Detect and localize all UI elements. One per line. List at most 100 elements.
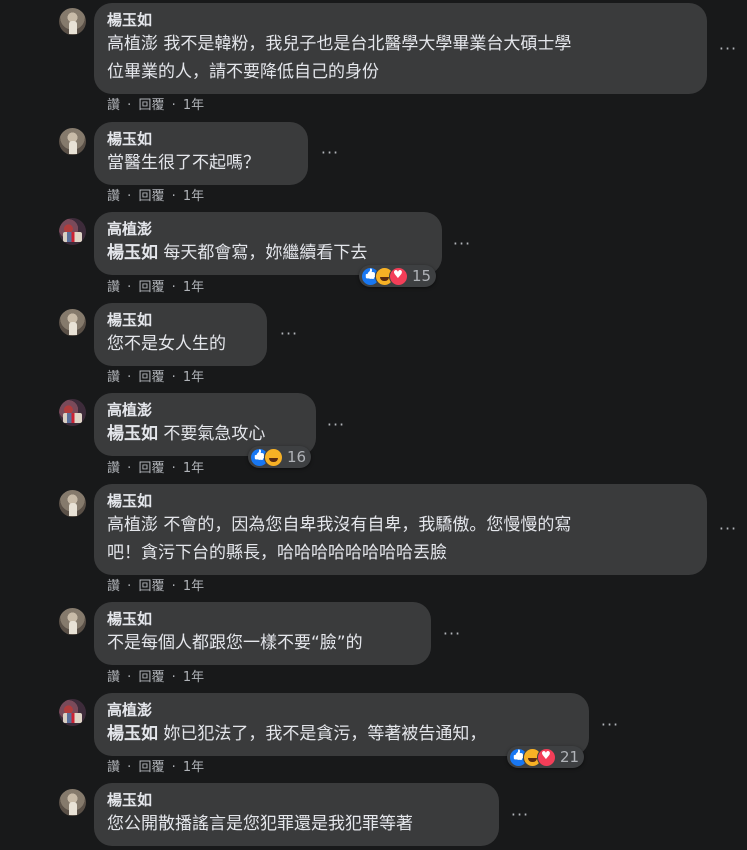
more-options-icon[interactable]: ··· [718, 41, 738, 57]
more-options-icon[interactable]: ··· [600, 717, 620, 733]
love-icon [537, 747, 556, 767]
reply-link[interactable]: 回覆 [138, 280, 164, 296]
reaction-summary[interactable]: 15 [359, 265, 437, 287]
haha-icon [264, 447, 283, 467]
love-icon [389, 266, 408, 286]
comment-bubble: 楊玉如 高植澎 我不是韓粉，我兒子也是台北醫學大學畢業台大碩士學 位畢業的人，請… [94, 3, 707, 94]
more-options-icon[interactable]: ··· [452, 236, 472, 252]
comment-bubble: 楊玉如 您不是女人生的 [94, 303, 267, 366]
comment-bubble: 楊玉如 當醫生很了不起嗎？ [94, 122, 308, 185]
timestamp[interactable]: 1年 [183, 280, 204, 296]
like-link[interactable]: 讚 [107, 370, 120, 386]
reply-link[interactable]: 回覆 [138, 670, 164, 686]
comment-text: 不要氣急攻心 [163, 424, 266, 444]
comment-bubble: 楊玉如 高植澎 不會的，因為您自卑我沒有自卑，我驕傲。您慢慢的寫 吧！貪污下台的… [94, 484, 707, 575]
reaction-summary[interactable]: 16 [248, 446, 312, 468]
avatar[interactable] [59, 218, 86, 245]
comment-bubble: 楊玉如 您公開散播謠言是您犯罪還是我犯罪等著 [94, 783, 499, 846]
timestamp[interactable]: 1年 [183, 670, 204, 686]
more-options-icon[interactable]: ··· [718, 521, 738, 537]
like-link[interactable]: 讚 [107, 670, 120, 686]
avatar[interactable] [59, 309, 86, 336]
avatar[interactable] [59, 789, 86, 816]
comment-author[interactable]: 楊玉如 [107, 610, 419, 629]
more-options-icon[interactable]: ··· [326, 417, 346, 433]
comment-actions: 讚 · 回覆 · 1年 [107, 189, 207, 205]
more-options-icon[interactable]: ··· [442, 626, 462, 642]
avatar[interactable] [59, 128, 86, 155]
separator: · [171, 579, 176, 594]
separator: · [127, 98, 132, 113]
timestamp[interactable]: 1年 [183, 461, 204, 477]
avatar[interactable] [59, 399, 86, 426]
comment-text: 高植澎 我不是韓粉，我兒子也是台北醫學大學畢業台大碩士學 [107, 34, 572, 54]
comment-author[interactable]: 楊玉如 [107, 311, 255, 330]
comment-actions: 讚 · 回覆 · 1年 [107, 280, 207, 296]
more-options-icon[interactable]: ··· [279, 326, 299, 342]
more-options-icon[interactable]: ··· [320, 145, 340, 161]
reply-link[interactable]: 回覆 [138, 579, 164, 595]
comment-text-line: 楊玉如 每天都會寫，妳繼續看下去 [107, 239, 430, 268]
separator: · [127, 370, 132, 385]
comment-actions: 讚 · 回覆 · 1年 [107, 670, 207, 686]
avatar[interactable] [59, 490, 86, 517]
like-link[interactable]: 讚 [107, 579, 120, 595]
separator: · [127, 280, 132, 295]
separator: · [171, 280, 176, 295]
comment-author[interactable]: 楊玉如 [107, 791, 487, 810]
avatar[interactable] [59, 8, 86, 35]
timestamp[interactable]: 1年 [183, 189, 204, 205]
comment-text: 吧！貪污下台的縣長，哈哈哈哈哈哈哈哈丟臉 [107, 543, 447, 563]
reaction-summary[interactable]: 21 [507, 746, 585, 768]
comment-text: 每天都會寫，妳繼續看下去 [163, 243, 368, 263]
comment-text: 位畢業的人，請不要降低自己的身份 [107, 62, 379, 82]
separator: · [171, 760, 176, 775]
timestamp[interactable]: 1年 [183, 760, 204, 776]
comment-author[interactable]: 楊玉如 [107, 11, 695, 30]
comment-author[interactable]: 高植澎 [107, 701, 577, 720]
like-link[interactable]: 讚 [107, 461, 120, 477]
comment-text: 不是每個人都跟您一樣不要“臉”的 [107, 633, 363, 653]
separator: · [127, 670, 132, 685]
comment-author[interactable]: 高植澎 [107, 220, 430, 239]
comment-author[interactable]: 楊玉如 [107, 130, 296, 149]
comment-text: 高植澎 不會的，因為您自卑我沒有自卑，我驕傲。您慢慢的寫 [107, 515, 572, 535]
comment-text: 當醫生很了不起嗎？ [107, 153, 260, 173]
like-link[interactable]: 讚 [107, 189, 120, 205]
mention-link[interactable]: 楊玉如 [107, 424, 158, 444]
more-options-icon[interactable]: ··· [510, 807, 530, 823]
timestamp[interactable]: 1年 [183, 579, 204, 595]
comment-actions: 讚 · 回覆 · 1年 [107, 760, 207, 776]
timestamp[interactable]: 1年 [183, 370, 204, 386]
comment-text-line: 楊玉如 不要氣急攻心 [107, 420, 304, 449]
mention-link[interactable]: 楊玉如 [107, 724, 158, 744]
comment-actions: 讚 · 回覆 · 1年 [107, 370, 207, 386]
separator: · [171, 98, 176, 113]
reply-link[interactable]: 回覆 [138, 370, 164, 386]
like-link[interactable]: 讚 [107, 98, 120, 114]
comment-text: 妳已犯法了，我不是貪污，等著被告通知， [163, 724, 487, 744]
separator: · [171, 189, 176, 204]
like-link[interactable]: 讚 [107, 280, 120, 296]
reply-link[interactable]: 回覆 [138, 461, 164, 477]
separator: · [171, 370, 176, 385]
reply-link[interactable]: 回覆 [138, 189, 164, 205]
comment-actions: 讚 · 回覆 · 1年 [107, 461, 207, 477]
comment-author[interactable]: 楊玉如 [107, 492, 695, 511]
reply-link[interactable]: 回覆 [138, 98, 164, 114]
avatar[interactable] [59, 699, 86, 726]
reply-link[interactable]: 回覆 [138, 760, 164, 776]
timestamp[interactable]: 1年 [183, 98, 204, 114]
comment-author[interactable]: 高植澎 [107, 401, 304, 420]
comment-actions: 讚 · 回覆 · 1年 [107, 98, 207, 114]
avatar[interactable] [59, 608, 86, 635]
separator: · [127, 760, 132, 775]
reaction-count: 15 [412, 267, 432, 285]
comment-bubble: 楊玉如 不是每個人都跟您一樣不要“臉”的 [94, 602, 431, 665]
mention-link[interactable]: 楊玉如 [107, 243, 158, 263]
separator: · [127, 461, 132, 476]
separator: · [171, 670, 176, 685]
separator: · [127, 189, 132, 204]
like-link[interactable]: 讚 [107, 760, 120, 776]
reaction-count: 21 [560, 748, 580, 766]
